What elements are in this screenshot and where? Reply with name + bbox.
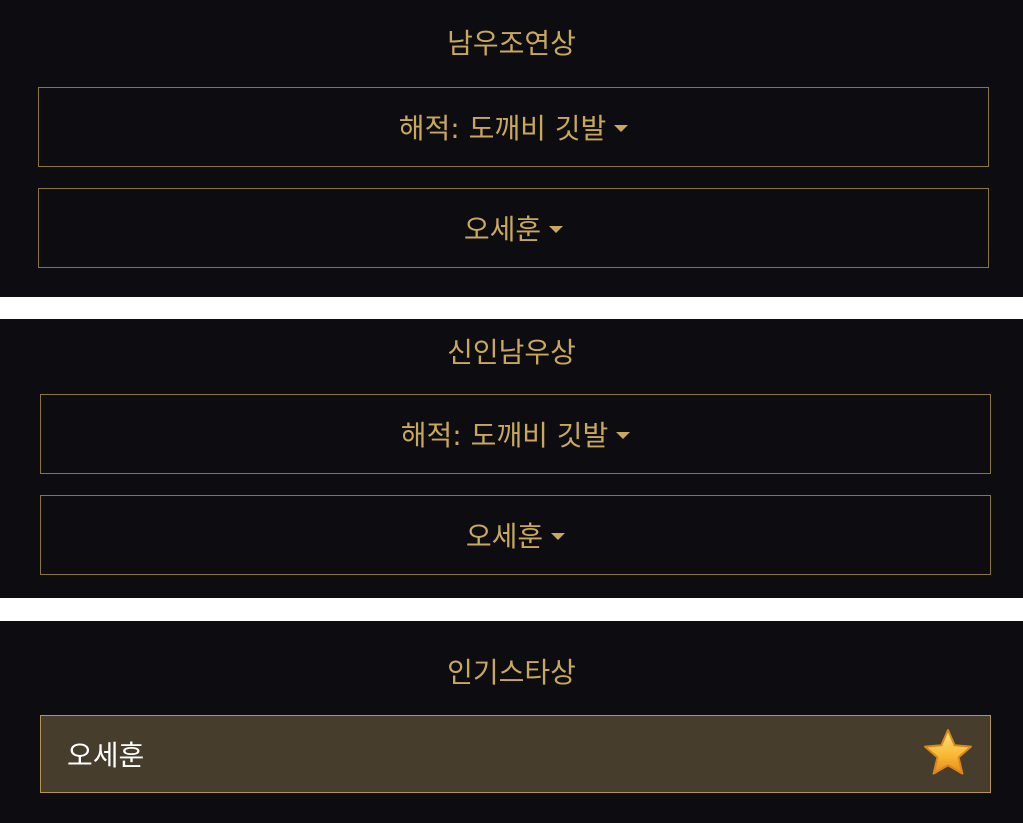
- caret-down-icon: [549, 225, 564, 233]
- caret-down-icon: [551, 532, 566, 540]
- popular-star-section: 인기스타상 오세훈: [0, 621, 1023, 823]
- movie-dropdown[interactable]: 해적: 도깨비 깃발: [38, 87, 989, 167]
- actor-dropdown[interactable]: 오세훈: [40, 495, 991, 575]
- movie-dropdown[interactable]: 해적: 도깨비 깃발: [40, 394, 991, 474]
- section-title: 남우조연상: [447, 27, 576, 60]
- dropdown-label: 오세훈: [465, 520, 544, 553]
- section-title: 인기스타상: [447, 656, 576, 689]
- caret-down-icon: [616, 431, 631, 439]
- star-icon[interactable]: [920, 726, 976, 782]
- section-title: 신인남우상: [447, 336, 576, 369]
- dropdown-label: 해적: 도깨비 깃발: [398, 112, 607, 145]
- actor-dropdown[interactable]: 오세훈: [38, 188, 989, 268]
- best-supporting-actor-section: 남우조연상 해적: 도깨비 깃발 오세훈: [0, 0, 1023, 297]
- selected-candidate-row[interactable]: 오세훈: [40, 715, 991, 793]
- dropdown-label: 해적: 도깨비 깃발: [400, 419, 609, 452]
- caret-down-icon: [614, 124, 629, 132]
- best-new-actor-section: 신인남우상 해적: 도깨비 깃발 오세훈: [0, 319, 1023, 598]
- candidate-name: 오세훈: [67, 739, 145, 772]
- dropdown-label: 오세훈: [463, 213, 542, 246]
